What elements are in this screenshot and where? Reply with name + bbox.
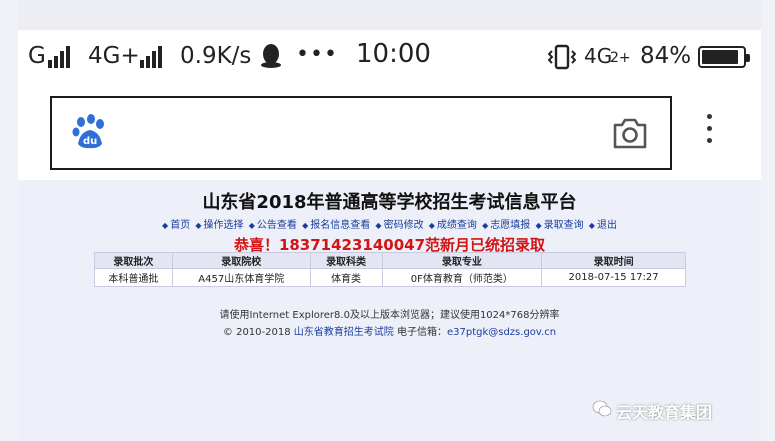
table-cell: 2018-07-15 17:27 [541, 268, 686, 287]
copyright-years: © 2010-2018 [222, 327, 291, 338]
nav-item-home[interactable]: 首页 [170, 220, 190, 231]
nav-bullet-icon: ◆ [302, 221, 309, 230]
network-type-right: 4G [584, 44, 613, 68]
org-link[interactable]: 山东省教育招生考试院 [294, 327, 394, 338]
search-bar[interactable]: du [50, 96, 672, 170]
column-header: 录取科类 [309, 252, 383, 269]
table-header-row: 录取批次 录取院校 录取科类 录取专业 录取时间 [94, 252, 686, 269]
nav-bullet-icon: ◆ [535, 221, 542, 230]
nav-bullet-icon: ◆ [248, 221, 255, 230]
camera-icon[interactable] [612, 116, 648, 150]
nav-bullet-icon: ◆ [588, 221, 595, 230]
nav-bullet-icon: ◆ [195, 221, 202, 230]
clock: 10:00 [356, 39, 431, 69]
column-header: 录取批次 [94, 252, 173, 269]
signal-strength-icon [48, 46, 72, 68]
nav-item-application[interactable]: 志愿填报 [490, 220, 530, 231]
more-notifications-icon: ••• [296, 42, 338, 67]
table-cell: 0F体育教育（师范类） [381, 268, 543, 287]
photo-frame-right [761, 0, 775, 441]
admission-table: 录取批次 录取院校 录取科类 录取专业 录取时间 本科普通批 A457山东体育学… [94, 252, 686, 287]
net-speed-label: 0.9K/s [180, 43, 252, 69]
nav-bar: ◆ 首页 ◆ 操作选择 ◆ 公告查看 ◆ 报名信息查看 ◆ 密码修改 ◆ 成绩查询 ◆ 志愿填… [18, 216, 761, 231]
nav-item-logout[interactable]: 退出 [597, 220, 617, 231]
column-header: 录取时间 [541, 252, 686, 269]
nav-bullet-icon: ◆ [162, 221, 169, 230]
network-sub-label: 2+ [610, 50, 631, 66]
battery-percent: 84% [640, 43, 692, 69]
wechat-icon [592, 400, 612, 417]
copyright-line: © 2010-2018 山东省教育招生考试院 电子信箱：e37ptgk@sdzs… [18, 323, 761, 338]
column-header: 录取院校 [171, 252, 311, 269]
nav-item-notices[interactable]: 公告查看 [257, 220, 297, 231]
email-link[interactable]: e37ptgk@sdzs.gov.cn [447, 327, 556, 338]
table-cell: A457山东体育学院 [171, 268, 311, 287]
photo-frame-top [0, 0, 775, 30]
carrier-label: G [28, 43, 46, 69]
page-title: 山东省2018年普通高等学校招生考试信息平台 [202, 192, 577, 213]
nav-bullet-icon: ◆ [375, 221, 382, 230]
nav-bullet-icon: ◆ [482, 221, 489, 230]
status-bar: G 4G+ 0.9K/s ••• 10:00 4G 2+ 84% [18, 30, 761, 88]
column-header: 录取专业 [381, 252, 543, 269]
nav-item-operation[interactable]: 操作选择 [204, 220, 244, 231]
nav-item-registration[interactable]: 报名信息查看 [310, 220, 370, 231]
table-cell: 本科普通批 [94, 268, 173, 287]
nav-bullet-icon: ◆ [428, 221, 435, 230]
browser-notice: 请使用Internet Explorer8.0及以上版本浏览器；建议使用1024… [219, 310, 560, 321]
overflow-menu-icon[interactable] [704, 114, 714, 154]
photo-frame-left [0, 0, 18, 441]
svg-text:du: du [83, 136, 97, 147]
signal-strength-2-icon [140, 46, 164, 68]
table-cell: 体育类 [309, 268, 383, 287]
table-row: 本科普通批 A457山东体育学院 体育类 0F体育教育（师范类） 2018-07… [94, 268, 686, 287]
vibrate-icon [548, 44, 576, 70]
email-label: 电子信箱： [396, 327, 447, 338]
qq-penguin-icon [261, 44, 281, 68]
nav-item-scores[interactable]: 成绩查询 [437, 220, 477, 231]
baidu-paw-icon[interactable]: du [72, 114, 108, 150]
battery-icon [698, 46, 750, 68]
nav-item-admission[interactable]: 录取查询 [544, 220, 584, 231]
network-type-label: 4G+ [88, 43, 140, 69]
watermark-text: 云天教育集团 [616, 403, 713, 422]
nav-item-password[interactable]: 密码修改 [384, 220, 424, 231]
phone-screen: G 4G+ 0.9K/s ••• 10:00 4G 2+ 84% du 山东省2… [18, 30, 761, 441]
